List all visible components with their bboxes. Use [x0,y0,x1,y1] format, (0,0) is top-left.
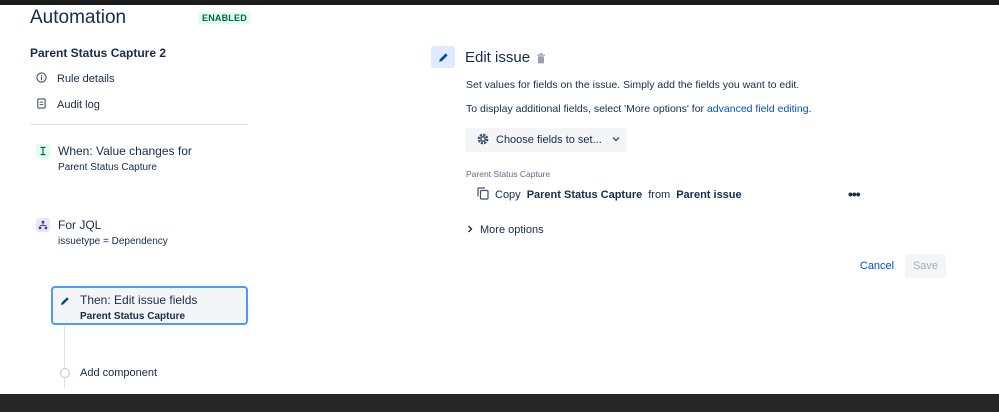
choose-fields-label: Choose fields to set... [496,134,602,146]
info-icon [36,72,47,86]
branch-title: For JQL [58,218,102,232]
save-button[interactable]: Save [905,254,946,278]
chevron-right-icon [466,224,474,236]
sidebar-item-label: Rule details [57,73,115,85]
sidebar-item-rule-details[interactable]: Rule details [36,71,114,87]
rule-name: Parent Status Capture 2 [30,46,167,60]
chevron-down-icon [602,134,620,146]
sidebar-item-audit-log[interactable]: Audit log [36,97,100,113]
trigger-icon [36,144,50,158]
more-options-label: More options [480,224,544,236]
rule-branch[interactable]: For JQL issuetype = Dependency [36,218,236,252]
panel-title: Edit issue [465,49,531,66]
copy-icon [477,187,489,203]
cancel-button[interactable]: Cancel [855,255,899,277]
sidebar-divider [30,124,248,125]
flow-connector-line [64,326,65,388]
action-title: Then: Edit issue fields [80,293,198,307]
window-top-bar [0,0,999,5]
add-component-link[interactable]: Add component [80,367,157,379]
field-value-row[interactable]: Copy Parent Status Capture from Parent i… [477,187,742,203]
status-badge: ENABLED [198,12,251,24]
panel-description: Set values for fields on the issue. Simp… [466,79,800,91]
pencil-icon [59,294,71,306]
rule-trigger[interactable]: When: Value changes for Parent Status Ca… [36,144,236,178]
gear-icon [476,132,496,149]
pencil-icon [431,46,455,68]
copy-source: Parent issue [676,189,742,201]
document-icon [36,98,47,112]
rule-action-selected[interactable]: Then: Edit issue fields Parent Status Ca… [51,286,248,325]
branch-icon [36,218,50,232]
description-suffix: . [808,103,812,115]
copy-verb: Copy [495,189,521,201]
copy-field: Parent Status Capture [526,189,643,201]
more-options-toggle[interactable]: More options [466,224,544,236]
action-subtitle: Parent Status Capture [80,311,186,322]
trigger-title: When: Value changes for [58,144,192,158]
field-label: Parent Status Capture [466,169,551,179]
more-actions-icon[interactable]: ••• [848,186,861,202]
add-component-dot [60,368,70,378]
sidebar-item-label: Audit log [57,99,100,111]
trash-icon[interactable] [536,51,546,64]
description-text: To display additional fields, select 'Mo… [466,103,707,115]
window-bottom-bar [0,394,999,412]
choose-fields-button[interactable]: Choose fields to set... [465,128,627,152]
trigger-subtitle: Parent Status Capture [58,162,157,173]
branch-subtitle: issuetype = Dependency [58,236,168,247]
copy-from-word: from [648,189,671,201]
panel-description-advanced: To display additional fields, select 'Mo… [466,103,811,115]
page-title: Automation [30,7,127,28]
advanced-field-editing-link[interactable]: advanced field editing [707,103,809,115]
